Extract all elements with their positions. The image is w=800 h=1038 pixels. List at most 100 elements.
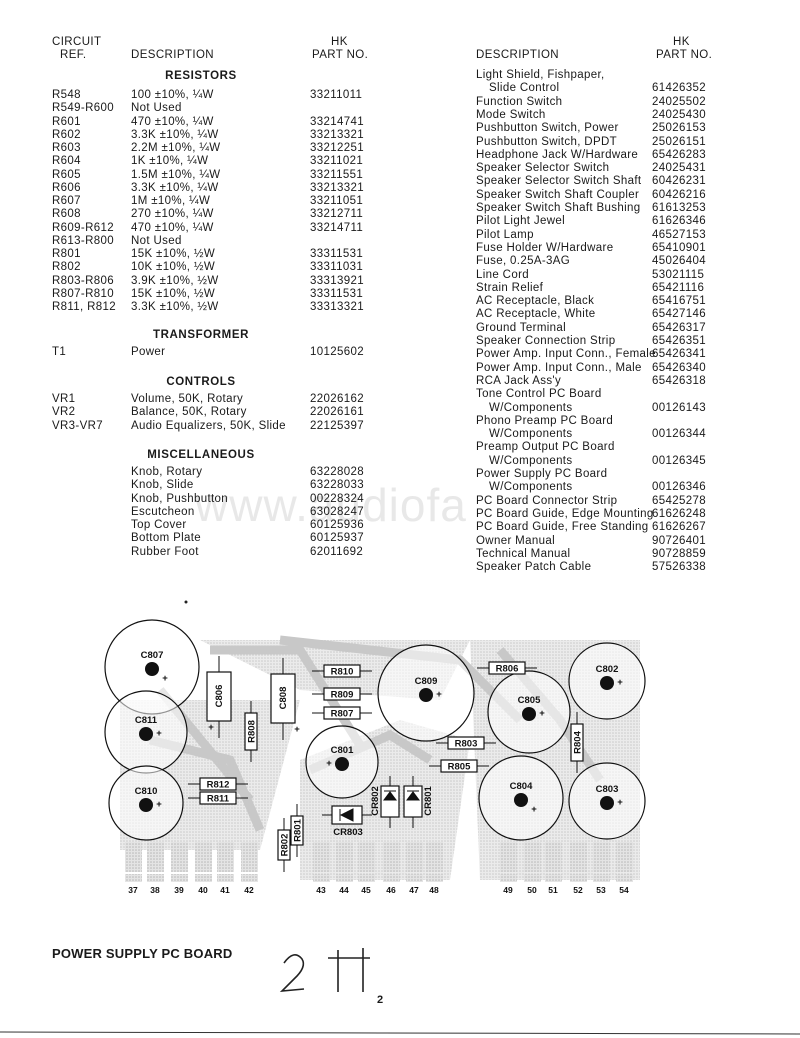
pin-number: 49 xyxy=(503,885,513,895)
capacitor-label: C802 xyxy=(596,664,619,675)
connector-pad xyxy=(426,842,443,872)
connector-pad xyxy=(195,842,212,872)
polarity-mark: + xyxy=(617,797,623,808)
connector-pad xyxy=(426,874,443,882)
pin-number: 50 xyxy=(527,885,537,895)
dot-mark xyxy=(184,600,188,604)
connector-pad xyxy=(125,874,142,882)
capacitor-label: C808 xyxy=(278,687,289,710)
connector-pad xyxy=(383,842,400,872)
polarity-mark: + xyxy=(162,673,168,684)
connector-pad xyxy=(616,842,633,872)
connector-pad xyxy=(383,874,400,882)
diode-label: CR801 xyxy=(423,786,434,816)
connector-pad xyxy=(500,874,517,882)
polarity-mark: + xyxy=(531,804,537,815)
connector-pad xyxy=(358,842,375,872)
pin-number: 47 xyxy=(409,885,419,895)
diode-label: CR803 xyxy=(333,827,363,838)
resistor-label: R808 xyxy=(247,720,258,743)
capacitor-label: C811 xyxy=(135,715,158,726)
connector-pad xyxy=(241,842,258,872)
connector-pad xyxy=(545,874,562,882)
connector-pad xyxy=(241,874,258,882)
polarity-mark: + xyxy=(294,724,300,735)
capacitor-lead xyxy=(600,796,614,810)
connector-pad xyxy=(147,842,164,872)
connector-pad xyxy=(125,842,142,872)
connector-pad xyxy=(570,874,587,882)
polarity-mark: + xyxy=(539,708,545,719)
polarity-mark: + xyxy=(156,728,162,739)
connector-pad xyxy=(336,874,353,882)
diagram-title: POWER SUPPLY PC BOARD xyxy=(52,946,233,961)
page-edge-line xyxy=(0,1031,800,1035)
pin-number: 45 xyxy=(361,885,371,895)
resistor-label: R809 xyxy=(331,690,354,701)
pin-number: 54 xyxy=(619,885,629,895)
capacitor-lead xyxy=(139,727,153,741)
connector-pad xyxy=(195,874,212,882)
connector-pad xyxy=(545,842,562,872)
pin-number: 42 xyxy=(244,885,254,895)
capacitor-lead xyxy=(522,707,536,721)
connector-pad xyxy=(171,874,188,882)
pin-number: 40 xyxy=(198,885,208,895)
connector-pad xyxy=(616,874,633,882)
capacitor-label: C801 xyxy=(331,745,354,756)
pin-number: 52 xyxy=(573,885,583,895)
pin-number: 37 xyxy=(128,885,138,895)
resistor-label: R805 xyxy=(448,762,471,773)
connector-pad xyxy=(524,842,541,872)
polarity-mark: + xyxy=(436,689,442,700)
connector-pad xyxy=(313,842,330,872)
connector-pad xyxy=(358,874,375,882)
pin-number: 44 xyxy=(339,885,349,895)
pin-number: 39 xyxy=(174,885,184,895)
page-number: 2 xyxy=(377,994,384,1006)
connector-pad xyxy=(524,874,541,882)
capacitor-lead xyxy=(335,757,349,771)
connector-pad xyxy=(570,842,587,872)
resistor-label: R803 xyxy=(455,739,478,750)
resistor-label: R806 xyxy=(496,664,519,675)
connector-pad xyxy=(171,842,188,872)
connector-pad xyxy=(336,842,353,872)
connector-pad xyxy=(406,874,423,882)
capacitor-label: C807 xyxy=(141,650,164,661)
resistor-label: R812 xyxy=(207,780,230,791)
connector-pad xyxy=(147,874,164,882)
connector-pad xyxy=(500,842,517,872)
polarity-mark: + xyxy=(617,677,623,688)
connector-pad xyxy=(313,874,330,882)
capacitor-label: C803 xyxy=(596,784,619,795)
connector-pad xyxy=(217,842,234,872)
pin-number: 51 xyxy=(548,885,558,895)
resistor-label: R807 xyxy=(331,709,354,720)
capacitor-lead xyxy=(514,793,528,807)
capacitor-lead xyxy=(419,688,433,702)
power-supply-pcb-diagram: C807 + C811 + C810 + C801 + C809 + C805 + C802 + C804 +… xyxy=(0,600,800,1035)
diode-label: CR802 xyxy=(370,786,381,816)
capacitor-lead xyxy=(139,798,153,812)
capacitor-label: C805 xyxy=(518,695,541,706)
pin-number: 48 xyxy=(429,885,439,895)
resistor-label: R802 xyxy=(280,834,291,857)
connector-pad xyxy=(593,874,610,882)
handwritten-note xyxy=(279,954,305,992)
connector-pad xyxy=(217,874,234,882)
connector-pad xyxy=(406,842,423,872)
pin-number: 43 xyxy=(316,885,326,895)
resistor-label: R811 xyxy=(207,794,230,805)
capacitor-label: C809 xyxy=(415,676,438,687)
connector-pad xyxy=(593,842,610,872)
resistor-label: R801 xyxy=(293,818,304,841)
polarity-mark: + xyxy=(208,722,214,733)
capacitor-lead xyxy=(145,662,159,676)
pin-number: 38 xyxy=(150,885,160,895)
handwritten-note-h xyxy=(328,948,370,992)
capacitor-label: C804 xyxy=(510,781,533,792)
resistor-label: R810 xyxy=(331,667,354,678)
pin-number: 53 xyxy=(596,885,606,895)
polarity-mark: + xyxy=(326,758,332,769)
